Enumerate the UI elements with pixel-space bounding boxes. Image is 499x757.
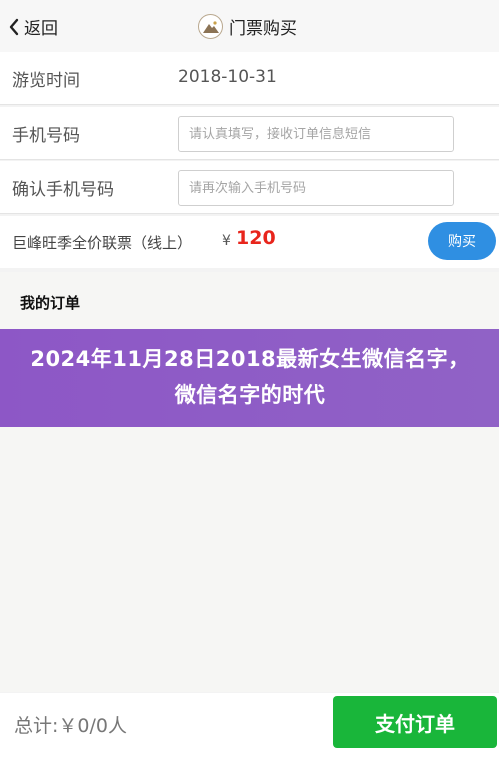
total-summary: 总计:￥0/0人: [14, 715, 127, 737]
divider: [0, 213, 499, 214]
page-title-text: 门票购买: [229, 19, 297, 39]
divider: [0, 104, 499, 105]
visit-time-value[interactable]: 2018-10-31: [178, 67, 277, 87]
phone-input[interactable]: [178, 116, 454, 152]
ticket-name: 巨峰旺季全价联票（线上）: [12, 234, 193, 252]
back-button[interactable]: 返回: [8, 14, 58, 39]
title-banner: 2024年11月28日2018最新女生微信名字，微信名字的时代: [0, 329, 499, 427]
visit-time-label: 游览时间: [12, 71, 80, 91]
my-orders-title: 我的订单: [20, 294, 81, 312]
checkout-footer: 总计:￥0/0人 支付订单: [0, 693, 499, 757]
confirm-phone-label: 确认手机号码: [12, 180, 114, 200]
mountain-logo-icon: [198, 14, 223, 39]
visit-time-row: 游览时间 2018-10-31: [0, 52, 499, 104]
banner-text: 2024年11月28日2018最新女生微信名字，微信名字的时代: [30, 347, 470, 407]
back-label: 返回: [24, 19, 58, 39]
confirm-phone-input[interactable]: [178, 170, 454, 206]
buy-button[interactable]: 购买: [428, 222, 496, 260]
ticket-row: 巨峰旺季全价联票（线上） ¥ 120 购买: [0, 216, 499, 268]
confirm-phone-row: 确认手机号码: [0, 161, 499, 213]
phone-row: 手机号码: [0, 107, 499, 159]
price-currency: ¥: [222, 233, 231, 249]
page-title: 门票购买: [198, 14, 297, 39]
chevron-left-icon: [9, 18, 19, 35]
pay-order-button[interactable]: 支付订单: [333, 696, 497, 748]
top-nav-bar: 返回 门票购买: [0, 0, 499, 52]
divider: [0, 159, 499, 160]
phone-label: 手机号码: [12, 126, 80, 146]
ticket-price: 120: [236, 227, 276, 249]
